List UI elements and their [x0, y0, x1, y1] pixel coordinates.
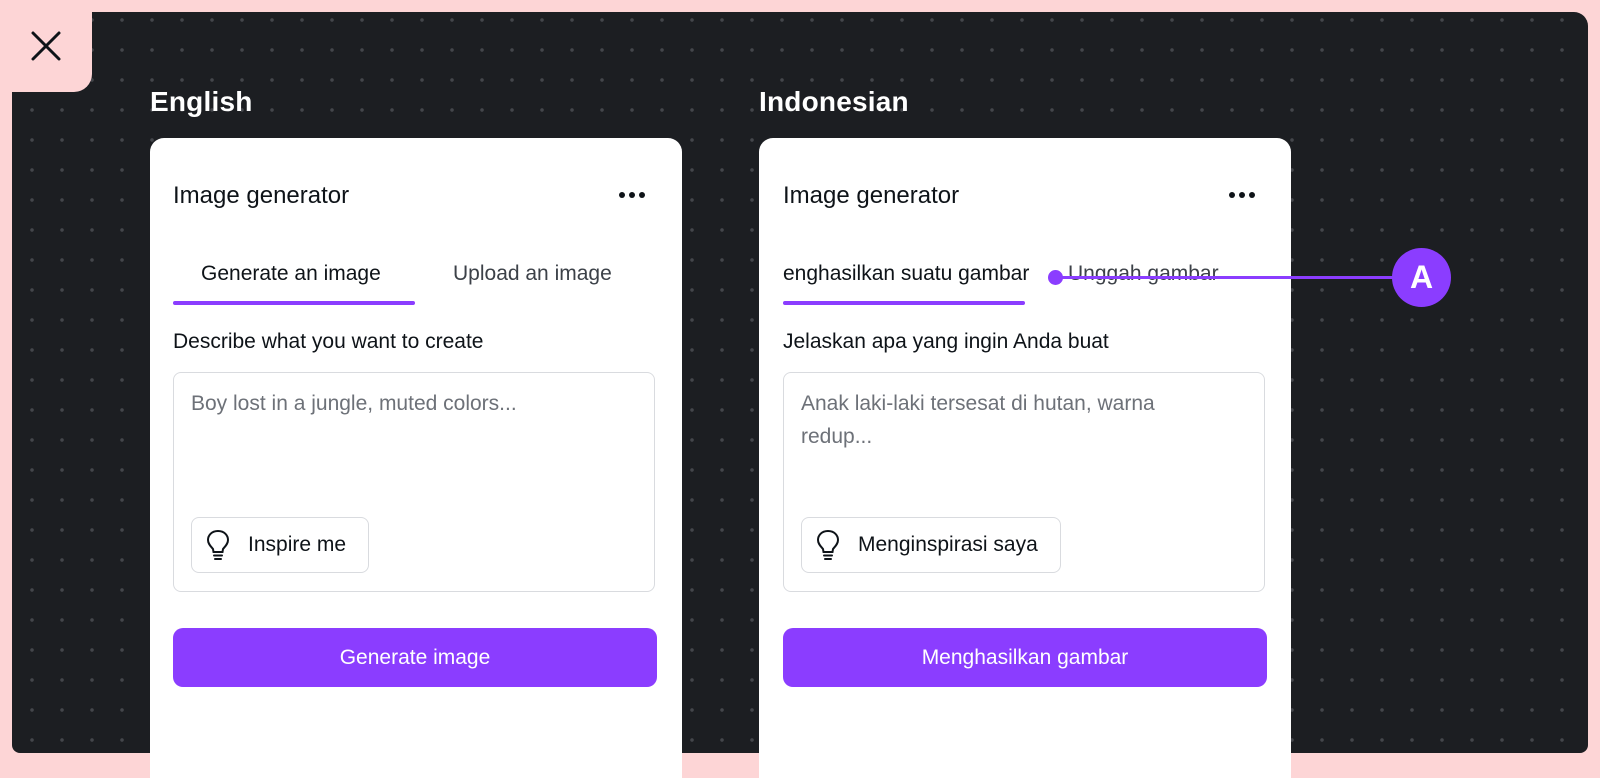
- more-options-button[interactable]: [616, 187, 648, 203]
- close-button[interactable]: [0, 0, 92, 92]
- language-heading-indonesian: Indonesian: [759, 86, 909, 117]
- more-dot: [1249, 192, 1255, 198]
- prompt-placeholder: Anak laki-laki tersesat di hutan, warna …: [801, 392, 1155, 448]
- more-dot: [639, 192, 645, 198]
- inspire-me-button[interactable]: Menginspirasi saya: [801, 517, 1061, 573]
- more-options-button[interactable]: [1226, 187, 1258, 203]
- lightbulb-icon: [206, 529, 230, 561]
- annotation-badge: A: [1392, 248, 1451, 307]
- more-dot: [629, 192, 635, 198]
- generate-image-button[interactable]: Menghasilkan gambar: [783, 628, 1267, 687]
- generate-image-button[interactable]: Generate image: [173, 628, 657, 687]
- prompt-label: Jelaskan apa yang ingin Anda buat: [783, 330, 1109, 353]
- inspire-me-button[interactable]: Inspire me: [191, 517, 370, 573]
- tab-generate-image[interactable]: Generate an image: [201, 262, 381, 286]
- tab-generate-image[interactable]: enghasilkan suatu gambar: [783, 262, 1029, 286]
- panel-title: Image generator: [783, 182, 960, 209]
- more-horizontal-icon: [1229, 192, 1235, 198]
- inspire-me-label: Inspire me: [248, 533, 347, 556]
- more-horizontal-icon: [619, 192, 625, 198]
- prompt-placeholder: Boy lost in a jungle, muted colors...: [191, 392, 517, 415]
- more-dot: [1239, 192, 1245, 198]
- tab-upload-image[interactable]: Upload an image: [453, 262, 612, 286]
- lightbulb-icon: [816, 529, 840, 561]
- close-icon: [31, 31, 61, 61]
- inspire-me-label: Menginspirasi saya: [858, 533, 1038, 556]
- annotation-connector-line: [1056, 276, 1400, 279]
- active-tab-indicator: [173, 301, 415, 305]
- prompt-label: Describe what you want to create: [173, 330, 484, 353]
- language-heading-english: English: [150, 86, 253, 117]
- active-tab-indicator: [783, 301, 1025, 305]
- tab-upload-image[interactable]: Unggah gambar: [1068, 262, 1219, 286]
- prompt-textarea[interactable]: Anak laki-laki tersesat di hutan, warna …: [783, 372, 1265, 592]
- prompt-textarea[interactable]: Boy lost in a jungle, muted colors... In…: [173, 372, 655, 592]
- panel-title: Image generator: [173, 182, 350, 209]
- annotation-anchor-dot: [1048, 270, 1063, 285]
